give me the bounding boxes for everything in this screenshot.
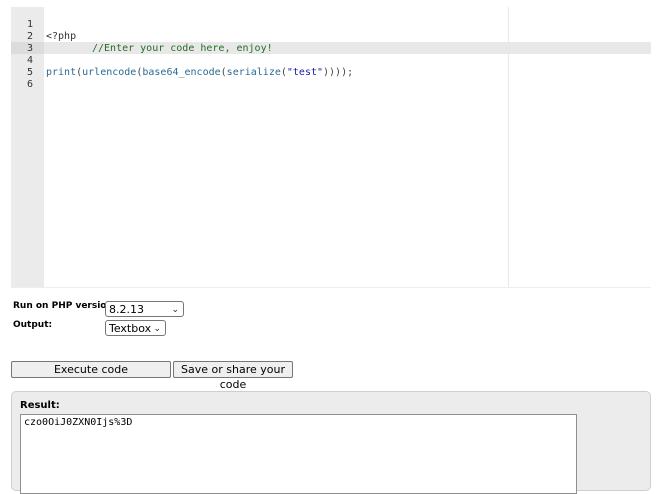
execute-code-button[interactable]: Execute code: [11, 361, 171, 378]
code-line-2[interactable]: 2 //Enter your code here, enjoy!: [11, 19, 273, 54]
line-number: 6: [26, 79, 33, 90]
code-line-4[interactable]: 4 print(urlencode(base64_encode(serializ…: [11, 43, 353, 78]
chevron-down-icon: ⌄: [153, 324, 161, 334]
string-literal: "test": [286, 67, 324, 78]
fn-print: print: [46, 67, 77, 78]
print-margin: [508, 7, 509, 287]
fn-serialize: serialize: [226, 67, 281, 78]
fn-urlencode: urlencode: [82, 67, 137, 78]
php-version-label: Run on PHP version:: [13, 301, 117, 311]
output-value: Textbox: [109, 322, 152, 335]
result-textbox[interactable]: czo0OiJ0ZXN0Ijs%3D: [20, 414, 577, 494]
print-statement: print(urlencode(base64_encode(serialize(…: [46, 67, 353, 79]
save-share-button[interactable]: Save or share your code: [173, 361, 293, 391]
chevron-down-icon: ⌄: [171, 305, 179, 315]
closing-parens: ))));: [323, 67, 354, 78]
code-line-6[interactable]: 6: [11, 67, 35, 90]
php-version-value: 8.2.13: [109, 303, 144, 316]
result-label: Result:: [20, 400, 60, 411]
code-line-3[interactable]: 3: [11, 31, 35, 54]
output-select[interactable]: Textbox ⌄: [105, 320, 166, 336]
result-panel: Result: czo0OiJ0ZXN0Ijs%3D: [11, 391, 651, 494]
code-line-1[interactable]: 1 <?php: [11, 7, 76, 42]
output-label: Output:: [13, 320, 53, 330]
code-editor[interactable]: 1 <?php 2 //Enter your code here, enjoy!…: [11, 7, 651, 288]
php-open-tag: <?php: [46, 31, 77, 42]
code-comment: //Enter your code here, enjoy!: [92, 43, 273, 54]
code-line-5[interactable]: 5: [11, 55, 35, 78]
fn-base64-encode: base64_encode: [142, 67, 221, 78]
php-version-select[interactable]: 8.2.13 ⌄: [105, 301, 184, 317]
